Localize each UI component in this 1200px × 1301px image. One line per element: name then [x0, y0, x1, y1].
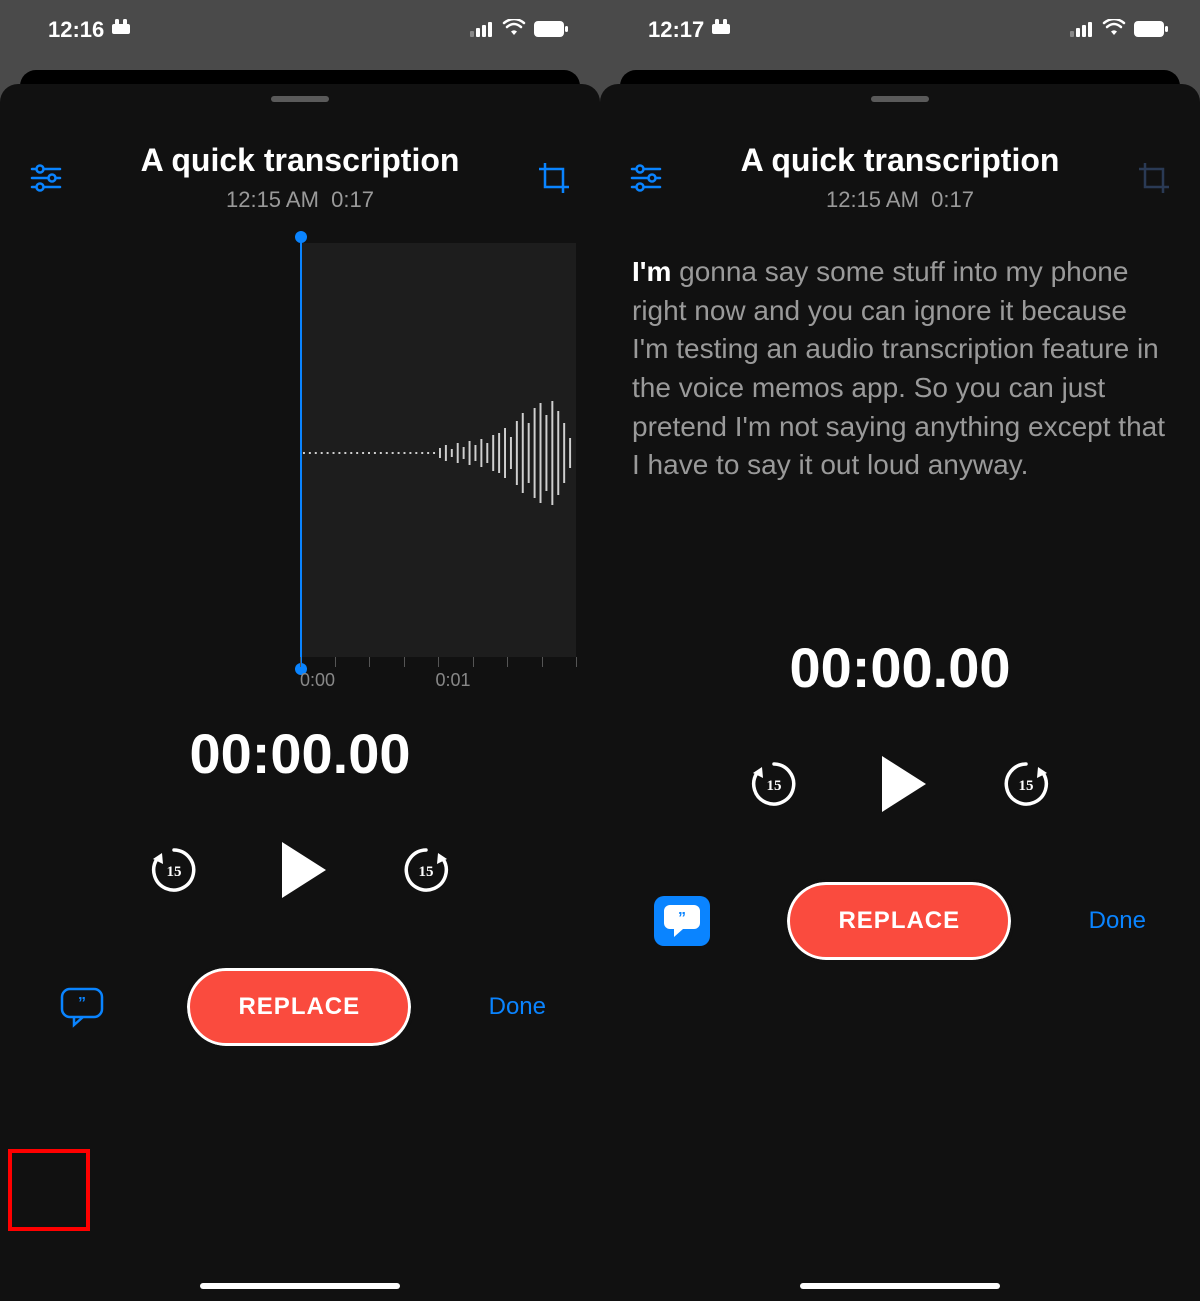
recording-title[interactable]: A quick transcription — [68, 142, 532, 179]
waveform-view[interactable]: 0:00 0:01 . — [24, 243, 576, 663]
recording-meta: 12:15 AM 0:17 — [68, 187, 532, 213]
skip-forward-15-button[interactable]: 15 — [1000, 758, 1052, 810]
svg-text:15: 15 — [1019, 778, 1034, 794]
svg-text:”: ” — [678, 910, 686, 927]
play-button[interactable] — [274, 842, 326, 898]
playback-time: 00:00.00 — [24, 721, 576, 786]
phone-right: 12:17 — [600, 0, 1200, 1301]
sleep-icon — [112, 17, 136, 43]
wifi-icon — [502, 17, 526, 43]
transcript-text[interactable]: I'm gonna say some stuff into my phone r… — [624, 243, 1176, 485]
svg-text:15: 15 — [767, 778, 782, 794]
transcription-toggle-button[interactable]: ” — [654, 896, 710, 946]
replace-button[interactable]: REPLACE — [187, 968, 411, 1046]
skip-forward-15-button[interactable]: 15 — [400, 844, 452, 896]
settings-icon[interactable] — [624, 156, 668, 200]
status-time: 12:16 — [48, 17, 104, 43]
time-ticks: 0:00 0:01 . — [300, 670, 576, 691]
cellular-icon — [470, 17, 494, 43]
status-time: 12:17 — [648, 17, 704, 43]
play-button[interactable] — [874, 756, 926, 812]
svg-text:15: 15 — [419, 864, 434, 880]
done-button[interactable]: Done — [1089, 907, 1146, 935]
playhead[interactable] — [300, 237, 302, 669]
battery-icon — [1134, 17, 1168, 43]
recording-meta: 12:15 AM 0:17 — [668, 187, 1132, 213]
svg-text:15: 15 — [167, 864, 182, 880]
cellular-icon — [1070, 17, 1094, 43]
playback-time: 00:00.00 — [624, 635, 1176, 700]
status-bar: 12:17 — [600, 0, 1200, 60]
edit-sheet: A quick transcription 12:15 AM 0:17 I'm … — [600, 84, 1200, 1301]
skip-back-15-button[interactable]: 15 — [148, 844, 200, 896]
settings-icon[interactable] — [24, 156, 68, 200]
done-button[interactable]: Done — [489, 993, 546, 1021]
skip-back-15-button[interactable]: 15 — [748, 758, 800, 810]
crop-icon[interactable] — [532, 156, 576, 200]
replace-button[interactable]: REPLACE — [787, 882, 1011, 960]
home-indicator[interactable] — [200, 1283, 400, 1289]
crop-icon — [1132, 156, 1176, 200]
battery-icon — [534, 17, 568, 43]
ruler-ticks — [300, 657, 576, 667]
waveform — [300, 393, 576, 513]
sleep-icon — [712, 17, 736, 43]
status-bar: 12:16 — [0, 0, 600, 60]
wifi-icon — [1102, 17, 1126, 43]
phone-left: 12:16 — [0, 0, 600, 1301]
edit-sheet: A quick transcription 12:15 AM 0:17 — [0, 84, 600, 1301]
transcription-toggle-button[interactable]: ” — [54, 982, 110, 1032]
svg-text:”: ” — [78, 995, 86, 1012]
home-indicator[interactable] — [800, 1283, 1000, 1289]
recording-title[interactable]: A quick transcription — [668, 142, 1132, 179]
